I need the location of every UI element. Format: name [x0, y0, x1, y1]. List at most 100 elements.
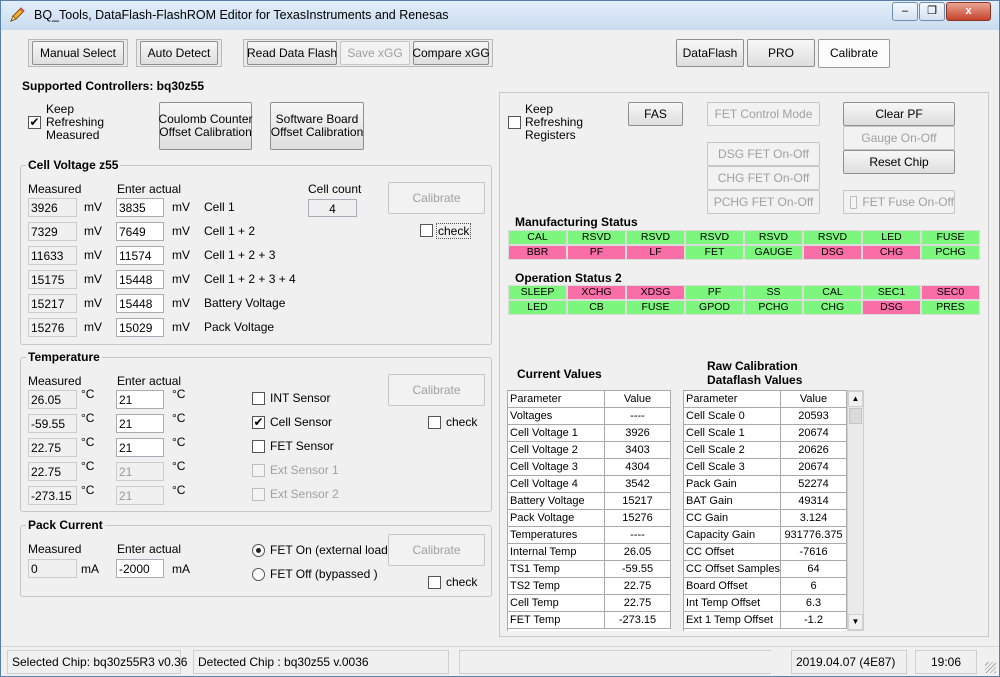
table-cell-parameter: Board Offset [684, 578, 781, 595]
status-bit: LED [862, 230, 921, 245]
cv-actual-input[interactable]: 11574 [116, 246, 164, 265]
cv-actual-input[interactable]: 15448 [116, 294, 164, 313]
scroll-down-button[interactable]: ▼ [848, 614, 863, 630]
reset-chip-button[interactable]: Reset Chip [843, 150, 955, 174]
software-board-offset-button[interactable]: Software Board Offset Calibration [270, 102, 364, 150]
temp-measured-unit: °C [81, 435, 95, 449]
status-bit: DSG [862, 300, 921, 315]
read-data-flash-button[interactable]: Read Data Flash [247, 41, 337, 65]
chg-fet-toggle-button[interactable]: CHG FET On-Off [707, 166, 820, 190]
cell-voltage-calibrate-button[interactable]: Calibrate [388, 182, 485, 214]
auto-detect-button[interactable]: Auto Detect [140, 41, 218, 65]
fet-control-mode-button[interactable]: FET Control Mode [707, 102, 820, 126]
fas-button[interactable]: FAS [628, 102, 683, 126]
cv-enter-actual-header: Enter actual [117, 182, 182, 196]
table-cell-value: 6.3 [781, 595, 847, 612]
keep-refreshing-measured-checkbox[interactable]: ✔ [28, 116, 41, 129]
sensor-checkbox[interactable] [252, 392, 265, 405]
status-bit: PRES [921, 300, 980, 315]
temperature-check-label: check [446, 415, 478, 429]
temp-actual-unit: °C [172, 435, 186, 449]
sensor-checkbox[interactable] [252, 464, 265, 477]
temp-measured-field: 22.75 [28, 462, 77, 481]
cv-actual-input[interactable]: 7649 [116, 222, 164, 241]
temp-actual-input[interactable]: 21 [116, 462, 164, 481]
cv-measured-field: 3926 [28, 198, 77, 217]
fet-fuse-on-off-button[interactable]: FET Fuse On-Off [843, 190, 955, 214]
raw-table-scrollbar[interactable]: ▲ ▼ [847, 390, 864, 631]
cv-measured-field: 7329 [28, 222, 77, 241]
status-bit: PCHG [921, 245, 980, 260]
cv-measured-unit: mV [84, 200, 102, 214]
temp-actual-input[interactable]: 21 [116, 414, 164, 433]
pack-current-calibrate-button[interactable]: Calibrate [388, 534, 485, 566]
pack-current-check-checkbox[interactable] [428, 576, 441, 589]
raw-calibration-table[interactable]: Parameter Value Cell Scale 0 20593 Cell Scal… [683, 390, 847, 631]
clear-pf-button[interactable]: Clear PF [843, 102, 955, 126]
cv-actual-input[interactable]: 15029 [116, 318, 164, 337]
save-xgg-button[interactable]: Save xGG [340, 41, 410, 65]
table-cell-value: -59.55 [605, 561, 671, 578]
restore-icon: ❐ [927, 5, 937, 17]
fet-on-radio[interactable] [252, 544, 265, 557]
minimize-button[interactable]: – [892, 2, 918, 21]
temp-actual-input[interactable]: 21 [116, 390, 164, 409]
table-cell-value: 15276 [605, 510, 671, 527]
scroll-up-button[interactable]: ▲ [848, 391, 863, 407]
table-cell-parameter: Cell Voltage 4 [508, 476, 605, 493]
manual-select-button[interactable]: Manual Select [32, 41, 124, 65]
cv-actual-input[interactable]: 3835 [116, 198, 164, 217]
tab-calibrate[interactable]: Calibrate [818, 39, 890, 68]
cell-voltage-check-label: check [436, 223, 472, 239]
table-cell-value: 22.75 [605, 595, 671, 612]
table-cell-parameter: Int Temp Offset [684, 595, 781, 612]
coulomb-counter-offset-button[interactable]: Coulomb Counter Offset Calibration [158, 102, 253, 150]
sensor-checkbox[interactable]: ✔ [252, 416, 265, 429]
cv-actual-unit: mV [172, 248, 190, 262]
sensor-label: Ext Sensor 2 [270, 487, 339, 501]
pack-current-actual-input[interactable]: -2000 [116, 559, 164, 578]
tab-dataflash[interactable]: DataFlash [676, 39, 744, 67]
temperature-check-checkbox[interactable] [428, 416, 441, 429]
sensor-checkbox[interactable] [252, 440, 265, 453]
pack-current-title: Pack Current [26, 518, 105, 532]
temperature-calibrate-button[interactable]: Calibrate [388, 374, 485, 406]
tab-pro[interactable]: PRO [747, 39, 815, 67]
status-bit: FUSE [921, 230, 980, 245]
table-cell-value: ---- [605, 527, 671, 544]
table-cell-value: 26.05 [605, 544, 671, 561]
keep-refreshing-registers-checkbox[interactable] [508, 116, 521, 129]
maximize-button[interactable]: ❐ [919, 2, 945, 21]
table-cell-parameter: Cell Voltage 1 [508, 425, 605, 442]
sensor-checkbox[interactable] [252, 488, 265, 501]
status-bit: BBR [508, 245, 567, 260]
cell-voltage-check-checkbox[interactable] [420, 224, 433, 237]
status-bit: SS [744, 285, 803, 300]
table-cell-parameter: CC Offset [684, 544, 781, 561]
fet-fuse-checkbox[interactable] [850, 195, 858, 209]
status-bit: LED [508, 300, 567, 315]
temp-actual-input[interactable]: 21 [116, 486, 164, 505]
table-header-value: Value [605, 391, 671, 408]
fet-off-radio[interactable] [252, 568, 265, 581]
compare-xgg-button[interactable]: Compare xGG [412, 41, 490, 65]
scroll-thumb[interactable] [849, 408, 862, 424]
table-cell-parameter: Battery Voltage [508, 493, 605, 510]
raw-calibration-title-2: Dataflash Values [707, 373, 803, 387]
current-values-table[interactable]: Parameter Value Voltages ---- Cell Voltage 1… [507, 390, 671, 631]
pc-actual-unit: mA [172, 562, 190, 576]
resize-grip-icon[interactable] [985, 662, 996, 673]
table-cell-value: 3926 [605, 425, 671, 442]
status-bit: SLEEP [508, 285, 567, 300]
pchg-fet-toggle-button[interactable]: PCHG FET On-Off [707, 190, 820, 214]
dsg-fet-toggle-button[interactable]: DSG FET On-Off [707, 142, 820, 166]
keep-refreshing-label-3: Measured [46, 128, 100, 142]
cv-actual-input[interactable]: 15448 [116, 270, 164, 289]
temp-actual-unit: °C [172, 411, 186, 425]
pack-current-measured-field: 0 [28, 559, 77, 578]
close-button[interactable]: x [946, 2, 991, 21]
status-bit: CB [567, 300, 626, 315]
keep-refreshing-label-1: Keep [46, 102, 75, 116]
gauge-on-off-button[interactable]: Gauge On-Off [843, 126, 955, 150]
temp-actual-input[interactable]: 21 [116, 438, 164, 457]
